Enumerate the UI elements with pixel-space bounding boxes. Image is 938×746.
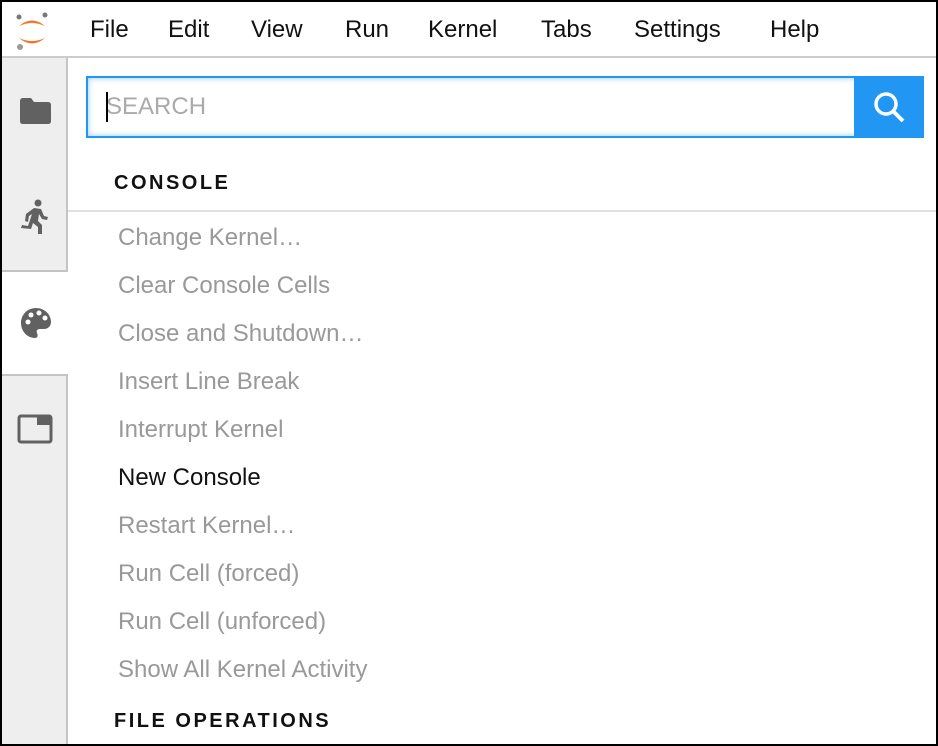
divider [68,210,936,212]
menu-edit[interactable]: Edit [168,16,209,44]
search-button[interactable] [854,76,924,138]
command-item[interactable]: Show All Kernel Activity [118,656,367,684]
menu-kernel[interactable]: Kernel [428,16,497,44]
category-header-file-operations: FILE OPERATIONS [114,710,332,732]
menu-run[interactable]: Run [345,16,389,44]
menu-tabs[interactable]: Tabs [541,16,592,44]
command-item-new-console[interactable]: New Console [118,464,261,492]
command-item[interactable]: Clear Console Cells [118,272,330,300]
menu-file[interactable]: File [90,16,129,44]
command-item[interactable]: Close and Shutdown… [118,320,363,348]
command-item[interactable]: Change Kernel… [118,224,302,252]
jupyterlab-window: File Edit View Run Kernel Tabs Settings … [2,2,936,744]
text-caret [106,92,108,122]
left-sidebar [2,58,70,744]
sidebar-tab-running[interactable] [2,164,68,270]
command-item[interactable]: Insert Line Break [118,368,299,396]
category-header-console: CONSOLE [114,172,231,194]
folder-icon [20,98,51,124]
command-item[interactable]: Interrupt Kernel [118,416,283,444]
command-palette: CONSOLE Change Kernel… Clear Console Cel… [68,58,936,744]
search-box [86,76,924,138]
search-icon [874,92,905,123]
running-icon [21,199,48,234]
menu-view[interactable]: View [251,16,303,44]
command-item[interactable]: Run Cell (forced) [118,560,299,588]
jupyter-logo-icon [16,12,48,50]
command-item[interactable]: Run Cell (unforced) [118,608,326,636]
menu-help[interactable]: Help [770,16,819,44]
sidebar-tab-open-tabs[interactable] [2,376,68,482]
palette-icon [21,308,51,338]
search-input[interactable] [88,78,854,136]
sidebar-tab-commands[interactable] [2,270,70,376]
sidebar-tab-files[interactable] [2,58,68,164]
menu-settings[interactable]: Settings [634,16,721,44]
command-item[interactable]: Restart Kernel… [118,512,295,540]
menu-bar: File Edit View Run Kernel Tabs Settings … [2,2,936,58]
tabs-icon [17,414,53,444]
